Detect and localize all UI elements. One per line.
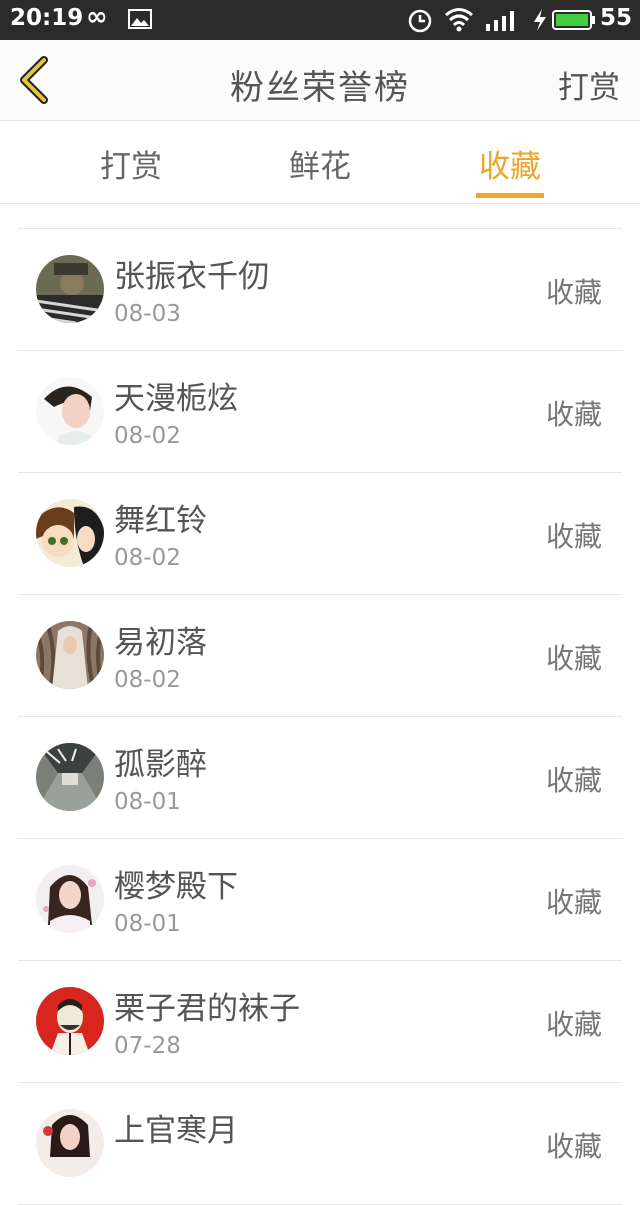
fan-action: 收藏	[545, 276, 602, 309]
fan-action: 收藏	[545, 1008, 602, 1041]
tab-flowers[interactable]: 鲜花	[265, 141, 375, 186]
active-tab-indicator	[476, 193, 544, 198]
fan-date: 08-02	[114, 667, 181, 693]
wifi-icon	[445, 8, 473, 32]
list-item[interactable]: 栗子君的袜子 07-28 收藏	[18, 961, 622, 1083]
fan-date: 08-01	[114, 789, 181, 815]
avatar	[36, 499, 104, 567]
status-time: 20:19	[10, 5, 84, 31]
fan-date: 08-01	[114, 911, 181, 937]
infinity-icon: ∞	[86, 2, 108, 32]
fan-action: 收藏	[545, 764, 602, 797]
battery-percent: 55	[600, 5, 633, 31]
signal-icon	[486, 11, 514, 31]
fan-action: 收藏	[545, 398, 602, 431]
fan-name: 孤影醉	[114, 747, 207, 783]
fan-name: 天漫栀炫	[114, 381, 238, 417]
tab-reward[interactable]: 打赏	[76, 141, 186, 186]
list-item[interactable]: 上官寒月 收藏	[18, 1083, 622, 1205]
fan-list: 张振衣千仞 08-03 收藏 天漫栀炫 08-02 收藏 舞红铃 08-02 收…	[18, 228, 622, 1205]
list-item[interactable]: 易初落 08-02 收藏	[18, 595, 622, 717]
image-icon	[128, 9, 152, 29]
page-title: 粉丝荣誉榜	[230, 68, 410, 108]
avatar	[36, 621, 104, 689]
list-item[interactable]: 天漫栀炫 08-02 收藏	[18, 351, 622, 473]
list-item[interactable]: 孤影醉 08-01 收藏	[18, 717, 622, 839]
fan-action: 收藏	[545, 1130, 602, 1163]
avatar	[36, 255, 104, 323]
fan-name: 舞红铃	[114, 503, 207, 539]
avatar	[36, 1109, 104, 1177]
tab-favorites[interactable]: 收藏	[455, 141, 565, 186]
fan-name: 上官寒月	[114, 1113, 238, 1149]
fan-name: 樱梦殿下	[114, 869, 238, 905]
fan-date: 08-03	[114, 301, 181, 327]
fan-action: 收藏	[545, 886, 602, 919]
avatar	[36, 987, 104, 1055]
app-header: 粉丝荣誉榜 打赏	[0, 40, 640, 121]
list-item[interactable]: 舞红铃 08-02 收藏	[18, 473, 622, 595]
avatar	[36, 865, 104, 933]
avatar	[36, 377, 104, 445]
fan-action: 收藏	[545, 520, 602, 553]
alarm-icon	[408, 9, 432, 33]
fan-action: 收藏	[545, 642, 602, 675]
list-item[interactable]: 张振衣千仞 08-03 收藏	[18, 229, 622, 351]
tab-bar: 打赏 鲜花 收藏	[0, 121, 640, 204]
fan-name: 栗子君的袜子	[114, 991, 300, 1027]
fan-date: 08-02	[114, 423, 181, 449]
fan-date: 07-28	[114, 1033, 181, 1059]
charging-icon	[534, 9, 546, 31]
reward-button[interactable]: 打赏	[558, 62, 620, 107]
fan-name: 张振衣千仞	[114, 259, 269, 295]
battery-icon	[552, 10, 595, 30]
list-item[interactable]: 樱梦殿下 08-01 收藏	[18, 839, 622, 961]
avatar	[36, 743, 104, 811]
fan-date: 08-02	[114, 545, 181, 571]
status-bar: 20:19 ∞ 55	[0, 0, 640, 40]
fan-name: 易初落	[114, 625, 207, 661]
